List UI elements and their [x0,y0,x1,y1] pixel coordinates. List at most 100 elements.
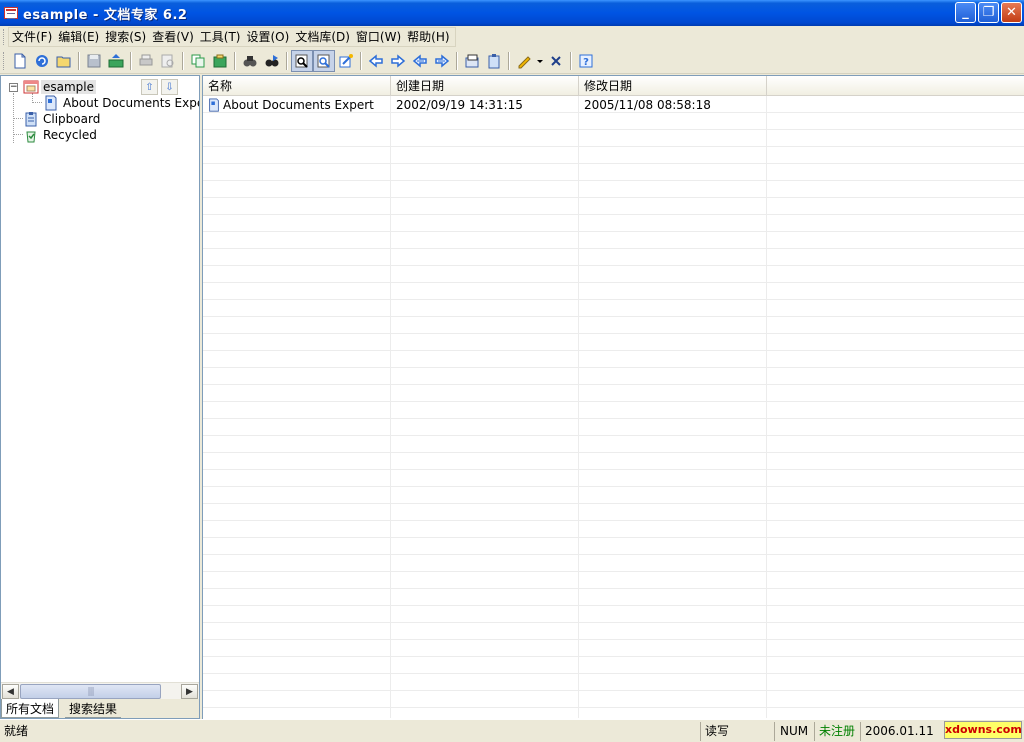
tab-search-results[interactable]: 搜索结果 [65,699,122,718]
document-tree[interactable]: − esample ⇧ ⇩ About Documents Expert Cli… [1,76,199,682]
menu-tools[interactable]: 工具(T) [197,28,244,46]
tree-label: Clipboard [43,112,101,126]
arrow-left-icon: ◀ [7,686,14,697]
forward-button[interactable] [387,50,409,72]
document-list-pane[interactable]: 名称 创建日期 修改日期 About Documents Expert 2002… [202,75,1024,719]
tree-collapse-toggle[interactable]: − [9,83,18,92]
list-item[interactable]: About Documents Expert 2002/09/19 14:31:… [203,97,767,113]
grip-icon: ||| [87,686,94,697]
svg-text:?: ? [583,57,589,68]
new-document-icon [14,53,26,68]
delete-icon [551,55,561,66]
back-button[interactable] [365,50,387,72]
list-body[interactable]: About Documents Expert 2002/09/19 14:31:… [203,96,1024,718]
minimize-button[interactable]: _ [955,2,976,23]
arrow-down-icon: ⇩ [165,81,174,93]
arrow-up-icon: ⇧ [145,81,154,93]
find-button[interactable] [239,50,261,72]
find-next-button[interactable] [261,50,283,72]
menu-bar: 文件(F) 编辑(E) 搜索(S) 查看(V) 工具(T) 设置(O) 文档库(… [0,26,1024,48]
save-button[interactable] [83,50,105,72]
zoom-in-button[interactable] [291,49,313,72]
tree-node-about[interactable]: About Documents Expert [43,95,199,111]
menu-file[interactable]: 文件(F) [9,28,55,46]
properties-icon [465,54,479,67]
export-button[interactable] [105,50,127,72]
tree-label: Recycled [43,128,97,142]
scroll-right-button[interactable]: ▶ [181,684,198,699]
window-title: esample - 文档专家 6.2 [23,7,188,23]
menu-help[interactable]: 帮助(H) [404,28,452,46]
menu-edit[interactable]: 编辑(E) [55,28,102,46]
scroll-thumb[interactable]: ||| [20,684,161,699]
forward-icon [391,53,406,68]
help-button[interactable]: ? [575,50,597,72]
clipboard-button[interactable] [483,50,505,72]
move-up-button[interactable]: ⇧ [141,79,158,95]
copy-button[interactable] [187,50,209,72]
document-name: About Documents Expert [223,98,374,112]
find-next-icon [265,54,279,66]
toolbar-separator [360,51,362,70]
next-button[interactable] [431,50,453,72]
tree-line [13,118,23,119]
properties-button[interactable] [461,50,483,72]
move-down-button[interactable]: ⇩ [161,79,178,95]
toolbar-separator [286,51,288,70]
column-header-empty [767,76,1024,96]
open-folder-button[interactable] [53,50,75,72]
back-icon [368,53,383,68]
toolbar-grip[interactable] [3,51,6,70]
tree-line [32,102,42,103]
chevron-down-icon [537,59,543,63]
tab-all-documents[interactable]: 所有文档 [1,699,60,718]
column-header-name[interactable]: 名称 [203,76,391,96]
toolbar-separator [78,51,80,70]
cell-name: About Documents Expert [203,97,391,113]
print-preview-button[interactable] [157,50,179,72]
tree-node-clipboard[interactable]: Clipboard [23,111,102,127]
menu-library[interactable]: 文档库(D) [292,28,353,46]
paste-button[interactable] [209,50,231,72]
tree-horizontal-scrollbar[interactable]: ◀ ||| ▶ [1,682,199,699]
status-unregistered: 未注册 [814,722,860,741]
column-header-modified[interactable]: 修改日期 [579,76,767,96]
pencil-dropdown-button[interactable] [535,50,545,72]
zoom-out-button[interactable] [313,49,335,72]
library-icon [23,79,39,95]
print-preview-icon [161,54,174,67]
status-bar: 就绪 读写 NUM 未注册 2006.01.11 [0,719,1024,742]
toolbar-separator [456,51,458,70]
refresh-button[interactable] [31,50,53,72]
tree-node-recycled[interactable]: Recycled [23,127,99,143]
scroll-left-button[interactable]: ◀ [2,684,19,699]
tree-node-esample[interactable]: esample [23,79,97,95]
edit-link-icon [339,53,353,67]
menu-settings[interactable]: 设置(O) [244,28,293,46]
restore-button[interactable]: ❐ [978,2,999,23]
menu-window[interactable]: 窗口(W) [353,28,404,46]
cell-created: 2002/09/19 14:31:15 [396,98,523,112]
recycle-bin-icon [23,127,39,143]
title-bar[interactable]: esample - 文档专家 6.2 _ ❐ ✕ [0,0,1024,26]
close-button[interactable]: ✕ [1001,2,1022,23]
print-icon [139,54,153,65]
clipboard-icon [488,53,500,68]
delete-button[interactable] [545,50,567,72]
column-header-created[interactable]: 创建日期 [391,76,579,96]
print-button[interactable] [135,50,157,72]
previous-button[interactable] [409,50,431,72]
status-readwrite: 读写 [700,722,772,741]
tree-pane[interactable]: − esample ⇧ ⇩ About Documents Expert Cli… [0,75,200,719]
menu-group: 文件(F) 编辑(E) 搜索(S) 查看(V) 工具(T) 设置(O) 文档库(… [8,27,456,47]
tree-label: esample [41,80,97,94]
toolbar: ? [0,48,1024,74]
menu-view[interactable]: 查看(V) [149,28,197,46]
pencil-button[interactable] [513,50,535,72]
menu-grip[interactable] [3,29,6,45]
open-folder-icon [56,56,71,67]
menu-search[interactable]: 搜索(S) [102,28,149,46]
window-controls: _ ❐ ✕ [955,2,1022,23]
new-document-button[interactable] [9,50,31,72]
edit-link-button[interactable] [335,50,357,72]
